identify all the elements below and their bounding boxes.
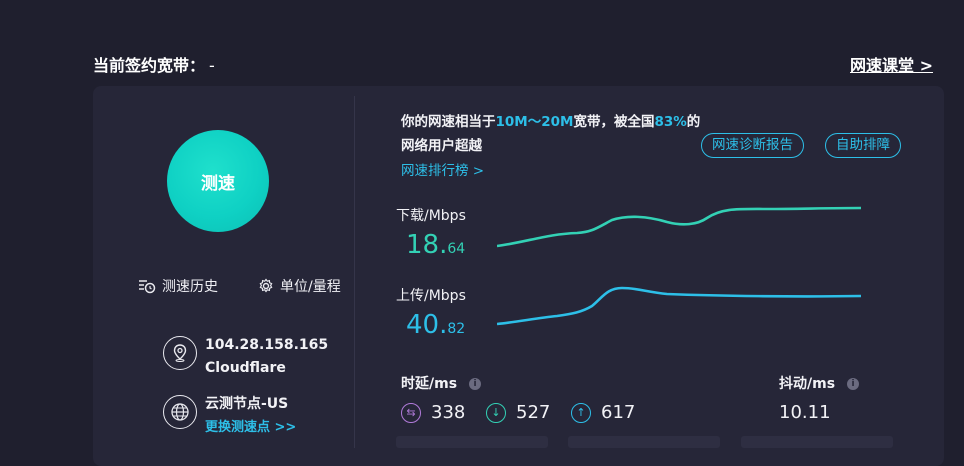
summary-range: 10M～20M	[495, 114, 574, 130]
arrow-down-icon: ↓	[486, 402, 506, 423]
server-info: 104.28.158.165 Cloudflare	[163, 334, 328, 380]
upload-dec: 82	[447, 321, 466, 337]
latency-down-value: 527	[516, 402, 551, 423]
diagnosis-report-button[interactable]: 网速诊断报告	[701, 133, 804, 158]
node-name: 云测节点-US	[205, 396, 289, 412]
latency-upload: ↑ 617	[571, 402, 635, 423]
swap-icon: ⇆	[401, 402, 421, 423]
speed-ranking-link[interactable]: 网速排行榜 >	[401, 159, 484, 179]
summary-mid: 宽带，被全国	[573, 114, 655, 130]
arrow-up-icon: ↑	[571, 402, 591, 423]
speedtest-page: 当前签约宽带： - 网速课堂 > 测速 测速历史 单位/量程 104.28.15…	[0, 0, 964, 466]
change-node-link[interactable]: 更换测速点 >>	[205, 416, 296, 439]
download-label: 下载/Mbps	[396, 208, 466, 224]
location-pin-icon	[163, 336, 197, 370]
latency-download: ↓ 527	[486, 402, 550, 423]
speed-class-link[interactable]: 网速课堂 >	[850, 52, 933, 76]
summary-prefix: 你的网速相当于	[401, 114, 496, 130]
latency-idle-value: 338	[431, 402, 466, 423]
history-icon	[139, 280, 156, 294]
panel-divider	[354, 96, 355, 448]
plan-label: 当前签约宽带：	[93, 56, 206, 75]
latency-header: 时延/ms i	[401, 373, 482, 393]
help-icon[interactable]: i	[847, 378, 860, 390]
download-value: 18.64	[406, 230, 465, 260]
upload-label: 上传/Mbps	[396, 288, 466, 304]
upload-trend-chart	[497, 286, 861, 326]
upload-int: 40.	[406, 310, 448, 340]
summary-suffix: 的	[686, 114, 701, 130]
latency-up-value: 617	[601, 402, 636, 423]
history-label: 测速历史	[162, 279, 218, 295]
latency-label: 时延/ms	[401, 376, 458, 392]
start-speedtest-button[interactable]: 测速	[167, 130, 269, 232]
node-info: 云测节点-US 更换测速点 >>	[163, 393, 296, 439]
jitter-label: 抖动/ms	[779, 376, 836, 392]
upload-value: 40.82	[406, 310, 465, 340]
units-settings-button[interactable]: 单位/量程	[258, 276, 341, 296]
gear-icon	[259, 278, 273, 293]
summary-percent: 83%	[654, 114, 687, 130]
plan-value: -	[209, 56, 215, 75]
self-troubleshoot-button[interactable]: 自助排障	[825, 133, 901, 158]
globe-icon	[163, 395, 197, 429]
latency-idle: ⇆ 338	[401, 402, 465, 423]
help-icon[interactable]: i	[469, 378, 482, 390]
summary-line2: 网络用户超越	[401, 138, 482, 154]
plan-info: 当前签约宽带： -	[93, 52, 215, 76]
server-ip: 104.28.158.165	[205, 337, 329, 353]
jitter-header: 抖动/ms i	[779, 373, 860, 393]
jitter-value: 10.11	[779, 402, 831, 423]
download-trend-chart	[497, 206, 861, 248]
units-label: 单位/量程	[280, 279, 341, 295]
download-dec: 64	[447, 241, 466, 257]
download-int: 18.	[406, 230, 448, 260]
speed-summary: 你的网速相当于10M～20M宽带，被全国83%的 网络用户超越	[401, 110, 731, 158]
server-provider: Cloudflare	[205, 360, 286, 376]
latency-bar-1	[396, 436, 548, 448]
history-button[interactable]: 测速历史	[138, 276, 218, 296]
latency-bar-2	[568, 436, 720, 448]
latency-bar-3	[741, 436, 893, 448]
